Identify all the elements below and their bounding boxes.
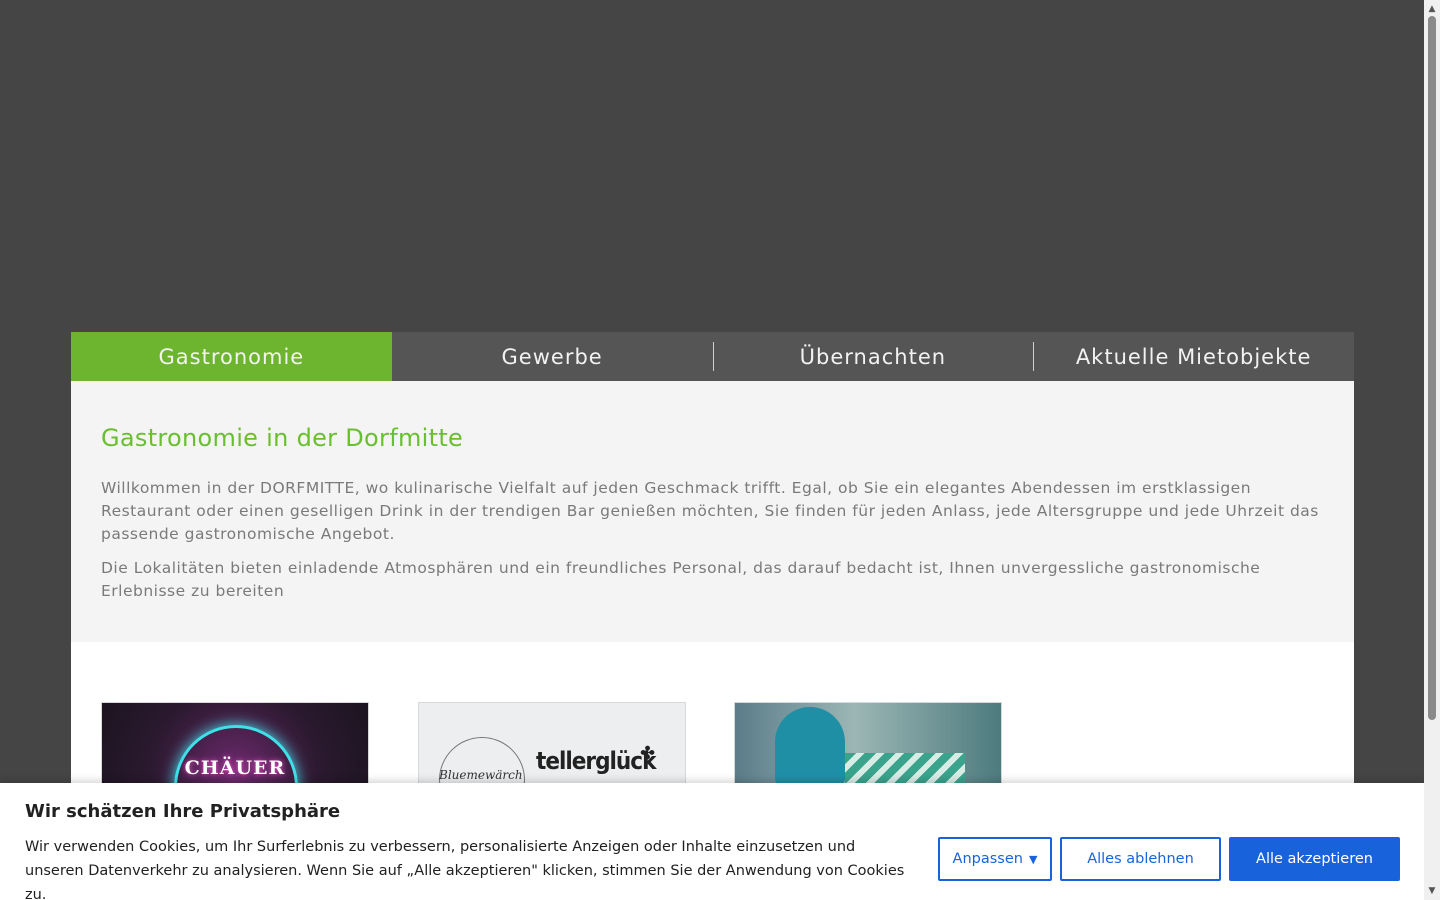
tab-content: Gastronomie in der Dorfmitte Willkommen … — [71, 381, 1354, 642]
tab-label: Aktuelle Mietobjekte — [1075, 344, 1312, 369]
tab-uebernachten[interactable]: Übernachten — [712, 332, 1034, 381]
customize-button[interactable]: Anpassen ▼ — [938, 837, 1052, 881]
tab-gewerbe[interactable]: Gewerbe — [392, 332, 713, 381]
business-card-buddha[interactable] — [734, 702, 1002, 792]
tab-label: Gastronomie — [158, 344, 305, 369]
tab-label: Übernachten — [799, 344, 947, 369]
buddha-statue-image — [775, 707, 845, 787]
cookie-title: Wir schätzen Ihre Privatsphäre — [25, 801, 341, 822]
accept-all-button[interactable]: Alle akzeptieren — [1229, 837, 1400, 881]
clover-icon: ✤ — [640, 743, 656, 764]
category-tabs: Gastronomie Gewerbe Übernachten Aktuelle… — [71, 332, 1354, 394]
scrollbar[interactable]: ▲ ▼ — [1424, 0, 1440, 900]
cookie-text: Wir verwenden Cookies, um Ihr Surferlebn… — [25, 839, 905, 900]
cookie-banner: Wir schätzen Ihre Privatsphäre Wir verwe… — [0, 783, 1424, 900]
tab-mietobjekte[interactable]: Aktuelle Mietobjekte — [1033, 332, 1354, 381]
scrollbar-thumb[interactable] — [1428, 16, 1436, 720]
business-card-tellerglueck[interactable]: Bluemewärch tellerglück ✤ — [418, 702, 686, 792]
intro-paragraph: Willkommen in der DORFMITTE, wo kulinari… — [101, 479, 1319, 543]
accept-label: Alle akzeptieren — [1256, 851, 1373, 867]
card-logo-text-2: tellerglück — [536, 747, 656, 775]
tab-label: Gewerbe — [501, 344, 603, 369]
section-title: Gastronomie in der Dorfmitte — [101, 424, 464, 452]
caret-down-icon: ▼ — [1028, 852, 1038, 866]
page: Gastronomie Gewerbe Übernachten Aktuelle… — [0, 0, 1440, 900]
business-card-chaeuer[interactable]: CHÄUER — [101, 702, 369, 792]
reject-all-button[interactable]: Alles ablehnen — [1060, 837, 1221, 881]
scroll-down-icon[interactable]: ▼ — [1424, 884, 1440, 900]
scroll-up-icon[interactable]: ▲ — [1424, 0, 1440, 16]
reject-label: Alles ablehnen — [1087, 851, 1194, 867]
card-logo-text: Bluemewärch — [439, 768, 523, 782]
card-logo-text: CHÄUER — [184, 757, 286, 779]
intro-paragraph-2: Die Lokalitäten bieten einladende Atmosp… — [101, 559, 1261, 600]
tab-gastronomie[interactable]: Gastronomie — [71, 332, 392, 394]
customize-label: Anpassen — [952, 851, 1023, 867]
